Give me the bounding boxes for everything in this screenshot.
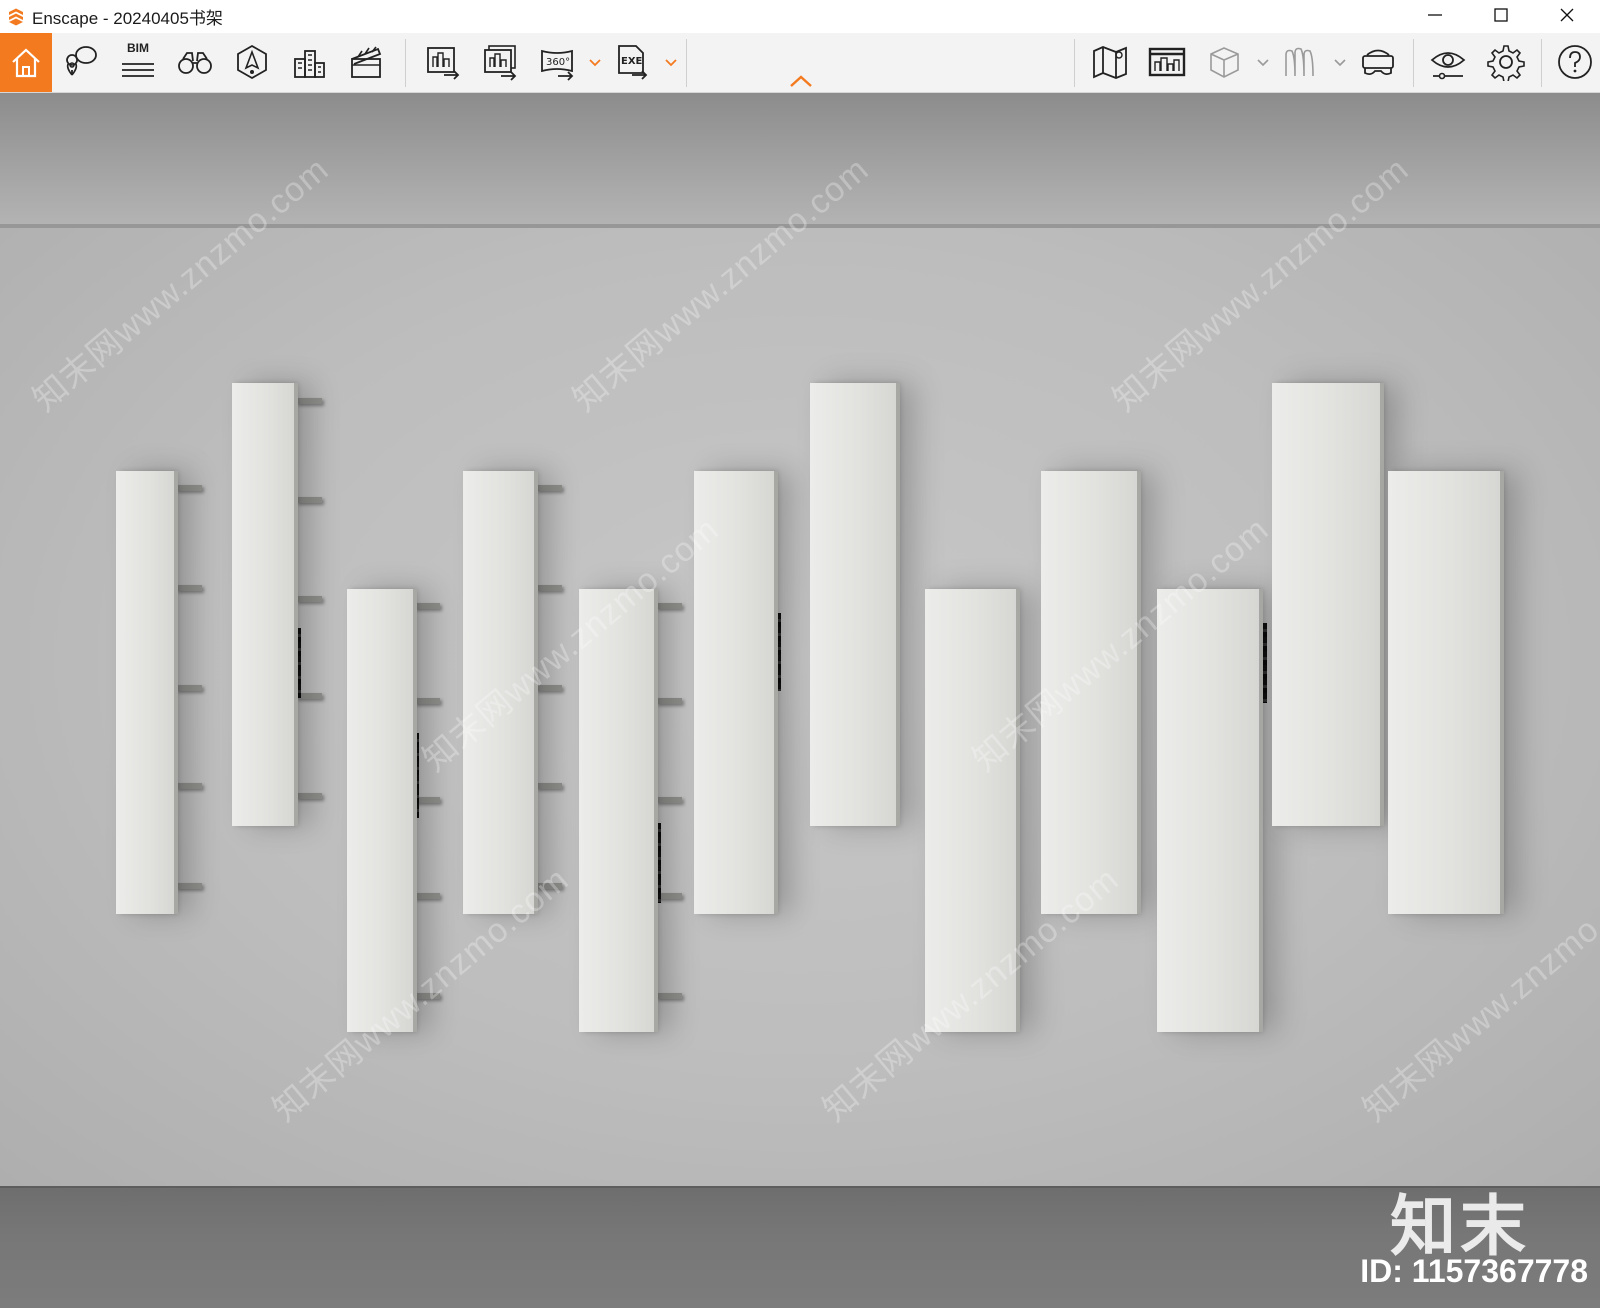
svg-text:360°: 360° bbox=[546, 57, 570, 68]
settings-icon bbox=[1487, 45, 1525, 81]
material-dropdown-chevron-icon[interactable] bbox=[1333, 57, 1347, 69]
visual-settings-button[interactable] bbox=[1423, 37, 1473, 87]
minimize-icon bbox=[1428, 14, 1442, 16]
navigation-button[interactable] bbox=[227, 37, 277, 87]
chevron-up-icon[interactable] bbox=[788, 73, 814, 89]
panorama-button[interactable]: 360° bbox=[532, 37, 582, 87]
video-editor-button[interactable] bbox=[341, 37, 391, 87]
building-icon bbox=[294, 50, 325, 78]
export-exe-button[interactable]: EXE bbox=[608, 37, 658, 87]
clapper-board-icon bbox=[351, 46, 382, 78]
render-image-icon bbox=[427, 47, 460, 80]
window-title: Enscape - 20240405书架 bbox=[32, 9, 223, 28]
shelf-panel bbox=[116, 471, 178, 914]
shelf-panel bbox=[810, 383, 900, 826]
location-button[interactable] bbox=[56, 37, 106, 87]
enscape-toolbar: BIM 360° EXE bbox=[0, 33, 1600, 93]
buildings-button[interactable] bbox=[284, 37, 334, 87]
close-icon bbox=[1560, 8, 1574, 22]
batch-render-button[interactable] bbox=[475, 37, 525, 87]
binoculars-icon bbox=[178, 52, 212, 74]
asset-library-button[interactable] bbox=[1142, 37, 1192, 87]
home-icon bbox=[12, 48, 40, 77]
vr-headset-icon bbox=[1362, 49, 1394, 76]
cube-view-icon bbox=[1210, 47, 1239, 78]
floor bbox=[0, 1188, 1600, 1308]
cube-view-dropdown-chevron-icon[interactable] bbox=[1256, 57, 1270, 69]
enscape-logo-icon bbox=[9, 8, 23, 25]
close-button[interactable] bbox=[1534, 0, 1600, 30]
help-button[interactable] bbox=[1550, 37, 1600, 87]
cube-view-button[interactable] bbox=[1199, 37, 1249, 87]
shelf-panel bbox=[1157, 589, 1263, 1032]
asset-id-label: ID: 1157367778 bbox=[1360, 1253, 1588, 1289]
panorama-dropdown-chevron-icon[interactable] bbox=[588, 57, 602, 69]
asset-library-icon bbox=[1148, 47, 1186, 77]
svg-text:EXE: EXE bbox=[621, 56, 643, 67]
minimize-button[interactable] bbox=[1402, 0, 1468, 30]
render-viewport[interactable]: 知末网www.znzmo.com 知末网www.znzmo.com 知末网www… bbox=[0, 93, 1600, 1308]
export-exe-icon: EXE bbox=[618, 45, 648, 80]
binoculars-button[interactable] bbox=[170, 37, 220, 87]
title-bar: Enscape - 20240405书架 bbox=[0, 0, 1600, 33]
navigation-icon bbox=[237, 44, 267, 80]
settings-button[interactable] bbox=[1481, 37, 1531, 87]
maximize-icon bbox=[1494, 8, 1508, 22]
bim-button[interactable]: BIM bbox=[113, 37, 163, 87]
map-icon bbox=[1093, 46, 1127, 79]
export-dropdown-chevron-icon[interactable] bbox=[664, 57, 678, 69]
visual-settings-icon bbox=[1430, 52, 1466, 80]
render-image-button[interactable] bbox=[418, 37, 468, 87]
panorama-360-icon: 360° bbox=[541, 49, 574, 81]
vr-headset-button[interactable] bbox=[1353, 37, 1403, 87]
shelf-panel bbox=[1388, 471, 1504, 914]
maximize-button[interactable] bbox=[1468, 0, 1534, 30]
home-button[interactable] bbox=[0, 33, 52, 92]
bim-label: BIM bbox=[127, 41, 149, 55]
shelf-panel bbox=[232, 383, 298, 826]
map-button[interactable] bbox=[1085, 37, 1135, 87]
shelf-panel bbox=[347, 589, 417, 1032]
batch-render-icon bbox=[484, 45, 517, 81]
location-pin-icon bbox=[66, 46, 97, 76]
material-button[interactable] bbox=[1276, 37, 1326, 87]
help-icon bbox=[1558, 45, 1592, 79]
material-icon bbox=[1285, 47, 1314, 77]
shelf-panel bbox=[1272, 383, 1384, 826]
